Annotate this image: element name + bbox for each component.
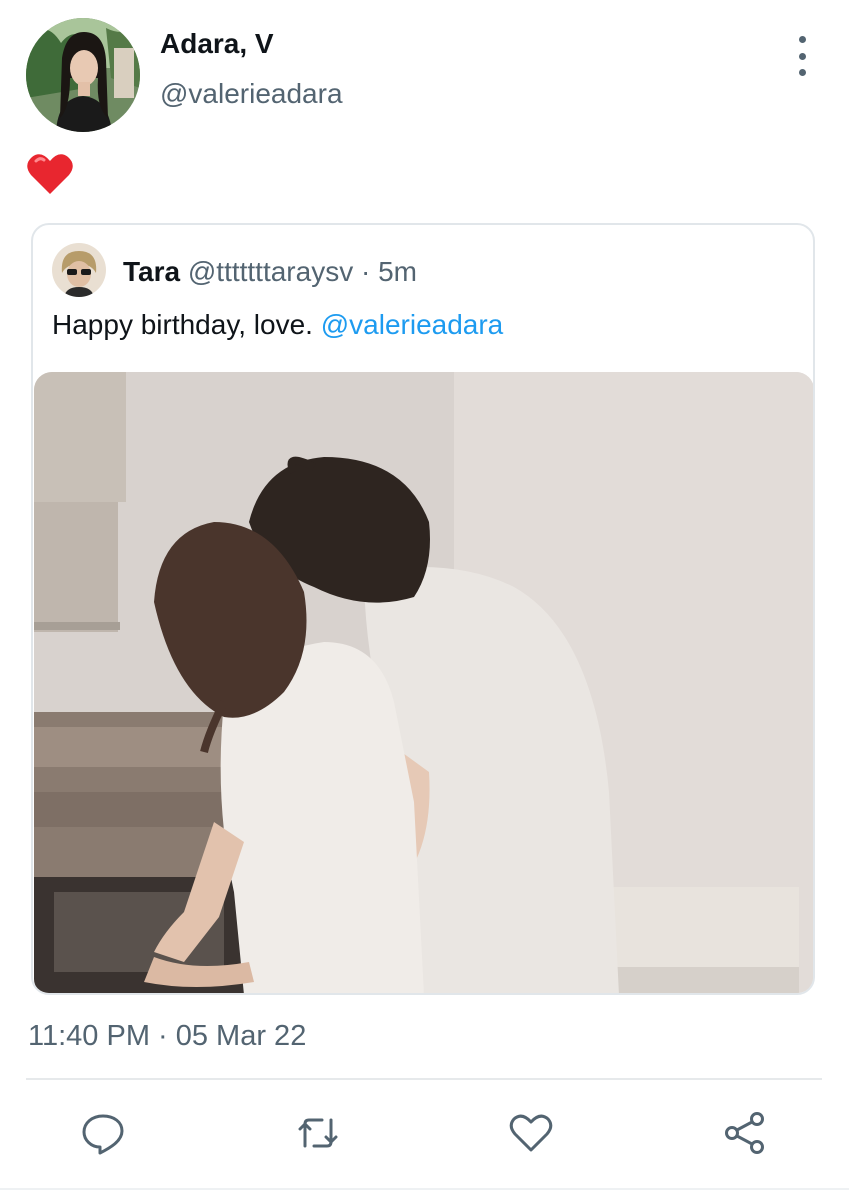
bottom-divider xyxy=(0,1188,849,1190)
quoted-tweet-card[interactable]: Tara @tttttttaraysv · 5m Happy birthday,… xyxy=(31,223,815,995)
quoted-author-avatar[interactable] xyxy=(52,243,106,297)
quoted-text-body: Happy birthday, love. xyxy=(52,309,321,340)
quoted-tweet-text: Happy birthday, love. @valerieadara xyxy=(52,309,503,341)
more-dot-icon xyxy=(798,69,806,76)
divider xyxy=(26,1078,822,1080)
quoted-mention-link[interactable]: @valerieadara xyxy=(321,309,504,340)
reply-icon xyxy=(82,1114,124,1155)
author-name[interactable]: Adara, V xyxy=(160,28,274,60)
share-button[interactable] xyxy=(722,1110,768,1156)
quoted-author-name[interactable]: Tara xyxy=(123,256,180,287)
quoted-author-handle[interactable]: @tttttttaraysv xyxy=(188,256,353,287)
like-button[interactable] xyxy=(508,1110,554,1156)
more-dot-icon xyxy=(798,36,806,43)
reply-button[interactable] xyxy=(80,1110,126,1156)
more-dot-icon xyxy=(798,52,806,60)
quoted-time-ago[interactable]: 5m xyxy=(378,256,417,287)
more-options-button[interactable] xyxy=(786,36,818,76)
quoted-tweet-header: Tara @tttttttaraysv · 5m xyxy=(123,256,417,288)
quoted-tweet-photo[interactable] xyxy=(34,372,813,993)
author-avatar[interactable] xyxy=(26,18,140,132)
tweet-timestamp[interactable]: 11:40 PM · 05 Mar 22 xyxy=(28,1020,306,1053)
heart-emoji-icon xyxy=(26,152,74,196)
retweet-icon xyxy=(298,1118,338,1148)
quoted-separator: · xyxy=(361,256,379,287)
author-handle[interactable]: @valerieadara xyxy=(160,78,343,110)
share-icon xyxy=(725,1112,764,1154)
retweet-button[interactable] xyxy=(295,1110,341,1156)
like-icon xyxy=(509,1114,553,1152)
